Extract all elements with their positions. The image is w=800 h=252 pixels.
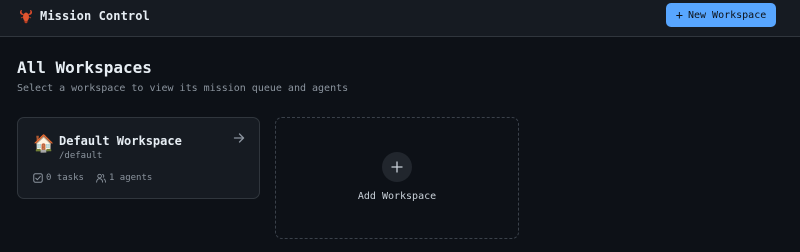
new-workspace-label: New Workspace <box>687 9 767 21</box>
agents-count: 1 agents <box>108 173 153 183</box>
top-bar: Mission Control + New Workspace <box>0 0 800 37</box>
page-title: All Workspaces <box>17 58 152 77</box>
page-subtitle: Select a workspace to view its mission q… <box>17 83 349 94</box>
brand: Mission Control <box>18 6 150 26</box>
workspace-slug: /default <box>59 151 103 161</box>
tasks-stat: 0 tasks <box>33 173 84 183</box>
plus-icon <box>391 161 403 173</box>
add-workspace-label: Add Workspace <box>357 191 437 202</box>
new-workspace-button[interactable]: + New Workspace <box>666 3 776 27</box>
checkbox-icon <box>33 173 43 183</box>
add-workspace-circle[interactable] <box>382 152 412 182</box>
house-icon: 🏠 <box>33 134 55 154</box>
users-icon <box>96 173 106 183</box>
plus-icon: + <box>675 8 683 22</box>
agents-stat: 1 agents <box>96 173 152 183</box>
workspace-stats: 0 tasks 1 agents <box>33 173 152 183</box>
workspace-name: Default Workspace <box>59 134 182 148</box>
tasks-count: 0 tasks <box>46 173 84 183</box>
lobster-icon <box>19 10 33 24</box>
arrow-right-icon[interactable] <box>233 132 245 144</box>
add-workspace-card[interactable]: Add Workspace <box>275 117 519 239</box>
app-title: Mission Control <box>40 9 150 23</box>
workspace-card-default[interactable]: 🏠 Default Workspace /default 0 tasks 1 a… <box>17 117 260 199</box>
